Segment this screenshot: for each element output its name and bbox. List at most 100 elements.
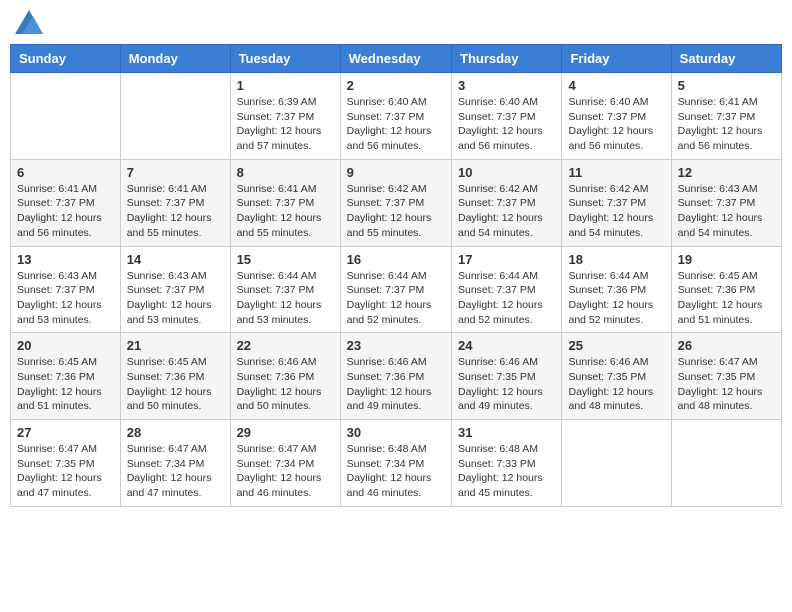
calendar-day-cell: 18 Sunrise: 6:44 AM Sunset: 7:36 PM Dayli…	[562, 246, 671, 333]
calendar-day-cell: 26 Sunrise: 6:47 AM Sunset: 7:35 PM Dayli…	[671, 333, 781, 420]
day-info: Sunrise: 6:48 AM Sunset: 7:34 PM Dayligh…	[347, 442, 445, 501]
day-info: Sunrise: 6:44 AM Sunset: 7:37 PM Dayligh…	[458, 269, 555, 328]
day-number: 8	[237, 165, 334, 180]
day-number: 21	[127, 338, 224, 353]
day-number: 3	[458, 78, 555, 93]
day-info: Sunrise: 6:44 AM Sunset: 7:37 PM Dayligh…	[347, 269, 445, 328]
day-number: 16	[347, 252, 445, 267]
day-info: Sunrise: 6:40 AM Sunset: 7:37 PM Dayligh…	[568, 95, 664, 154]
calendar-day-cell: 7 Sunrise: 6:41 AM Sunset: 7:37 PM Daylig…	[120, 159, 230, 246]
calendar-day-cell: 4 Sunrise: 6:40 AM Sunset: 7:37 PM Daylig…	[562, 73, 671, 160]
calendar-day-cell: 2 Sunrise: 6:40 AM Sunset: 7:37 PM Daylig…	[340, 73, 451, 160]
day-number: 10	[458, 165, 555, 180]
day-number: 26	[678, 338, 775, 353]
calendar-day-cell: 14 Sunrise: 6:43 AM Sunset: 7:37 PM Dayli…	[120, 246, 230, 333]
day-number: 28	[127, 425, 224, 440]
day-info: Sunrise: 6:48 AM Sunset: 7:33 PM Dayligh…	[458, 442, 555, 501]
day-number: 7	[127, 165, 224, 180]
day-info: Sunrise: 6:47 AM Sunset: 7:35 PM Dayligh…	[678, 355, 775, 414]
calendar-day-cell: 15Sunrise: 6:44 AM Sunset: 7:37 PM Dayli…	[230, 246, 340, 333]
day-number: 29	[237, 425, 334, 440]
calendar-day-cell: 11 Sunrise: 6:42 AM Sunset: 7:37 PM Dayli…	[562, 159, 671, 246]
calendar-day-cell: 23 Sunrise: 6:46 AM Sunset: 7:36 PM Dayli…	[340, 333, 451, 420]
calendar-week-row: 1Sunrise: 6:39 AM Sunset: 7:37 PM Daylig…	[11, 73, 782, 160]
calendar-day-cell: 25 Sunrise: 6:46 AM Sunset: 7:35 PM Dayli…	[562, 333, 671, 420]
day-number: 23	[347, 338, 445, 353]
day-number: 22	[237, 338, 334, 353]
day-number: 20	[17, 338, 114, 353]
day-number: 13	[17, 252, 114, 267]
day-info: Sunrise: 6:46 AM Sunset: 7:36 PM Dayligh…	[347, 355, 445, 414]
day-number: 18	[568, 252, 664, 267]
calendar-day-cell: 31 Sunrise: 6:48 AM Sunset: 7:33 PM Dayli…	[452, 420, 562, 507]
calendar-week-row: 20 Sunrise: 6:45 AM Sunset: 7:36 PM Dayli…	[11, 333, 782, 420]
day-info: Sunrise: 6:47 AM Sunset: 7:35 PM Dayligh…	[17, 442, 114, 501]
day-info: Sunrise: 6:41 AM Sunset: 7:37 PM Dayligh…	[17, 182, 114, 241]
day-info: Sunrise: 6:39 AM Sunset: 7:37 PM Dayligh…	[237, 95, 334, 154]
calendar-day-header: Tuesday	[230, 45, 340, 73]
day-info: Sunrise: 6:46 AM Sunset: 7:35 PM Dayligh…	[568, 355, 664, 414]
calendar-day-cell: 29Sunrise: 6:47 AM Sunset: 7:34 PM Dayli…	[230, 420, 340, 507]
day-info: Sunrise: 6:41 AM Sunset: 7:37 PM Dayligh…	[237, 182, 334, 241]
calendar-day-cell: 21 Sunrise: 6:45 AM Sunset: 7:36 PM Dayli…	[120, 333, 230, 420]
calendar-week-row: 27 Sunrise: 6:47 AM Sunset: 7:35 PM Dayli…	[11, 420, 782, 507]
calendar-day-cell	[671, 420, 781, 507]
day-number: 11	[568, 165, 664, 180]
calendar-day-cell: 22 Sunrise: 6:46 AM Sunset: 7:36 PM Dayli…	[230, 333, 340, 420]
calendar-day-cell	[120, 73, 230, 160]
day-number: 15	[237, 252, 334, 267]
day-info: Sunrise: 6:44 AM Sunset: 7:36 PM Dayligh…	[568, 269, 664, 328]
day-info: Sunrise: 6:41 AM Sunset: 7:37 PM Dayligh…	[127, 182, 224, 241]
calendar-day-cell: 12Sunrise: 6:43 AM Sunset: 7:37 PM Dayli…	[671, 159, 781, 246]
day-number: 30	[347, 425, 445, 440]
day-info: Sunrise: 6:42 AM Sunset: 7:37 PM Dayligh…	[568, 182, 664, 241]
calendar-day-cell: 1Sunrise: 6:39 AM Sunset: 7:37 PM Daylig…	[230, 73, 340, 160]
calendar-day-header: Wednesday	[340, 45, 451, 73]
day-number: 19	[678, 252, 775, 267]
day-number: 25	[568, 338, 664, 353]
day-number: 17	[458, 252, 555, 267]
day-info: Sunrise: 6:46 AM Sunset: 7:35 PM Dayligh…	[458, 355, 555, 414]
day-number: 2	[347, 78, 445, 93]
calendar-day-cell	[11, 73, 121, 160]
day-number: 4	[568, 78, 664, 93]
calendar-day-cell: 6 Sunrise: 6:41 AM Sunset: 7:37 PM Daylig…	[11, 159, 121, 246]
day-number: 12	[678, 165, 775, 180]
logo	[15, 10, 47, 34]
calendar-day-cell: 8 Sunrise: 6:41 AM Sunset: 7:37 PM Daylig…	[230, 159, 340, 246]
calendar-day-header: Saturday	[671, 45, 781, 73]
day-number: 6	[17, 165, 114, 180]
calendar-day-cell: 13 Sunrise: 6:43 AM Sunset: 7:37 PM Dayli…	[11, 246, 121, 333]
day-number: 9	[347, 165, 445, 180]
day-number: 31	[458, 425, 555, 440]
page-header	[10, 10, 782, 34]
day-number: 24	[458, 338, 555, 353]
calendar-day-cell: 17 Sunrise: 6:44 AM Sunset: 7:37 PM Dayli…	[452, 246, 562, 333]
day-info: Sunrise: 6:47 AM Sunset: 7:34 PM Dayligh…	[127, 442, 224, 501]
calendar-day-cell: 3 Sunrise: 6:40 AM Sunset: 7:37 PM Daylig…	[452, 73, 562, 160]
calendar-day-cell: 19 Sunrise: 6:45 AM Sunset: 7:36 PM Dayli…	[671, 246, 781, 333]
calendar-day-cell	[562, 420, 671, 507]
day-info: Sunrise: 6:40 AM Sunset: 7:37 PM Dayligh…	[458, 95, 555, 154]
day-number: 27	[17, 425, 114, 440]
calendar-day-cell: 9Sunrise: 6:42 AM Sunset: 7:37 PM Daylig…	[340, 159, 451, 246]
calendar-day-cell: 5 Sunrise: 6:41 AM Sunset: 7:37 PM Daylig…	[671, 73, 781, 160]
day-number: 14	[127, 252, 224, 267]
day-info: Sunrise: 6:45 AM Sunset: 7:36 PM Dayligh…	[127, 355, 224, 414]
calendar-day-header: Friday	[562, 45, 671, 73]
calendar-table: SundayMondayTuesdayWednesdayThursdayFrid…	[10, 44, 782, 507]
day-info: Sunrise: 6:42 AM Sunset: 7:37 PM Dayligh…	[458, 182, 555, 241]
day-info: Sunrise: 6:40 AM Sunset: 7:37 PM Dayligh…	[347, 95, 445, 154]
day-info: Sunrise: 6:45 AM Sunset: 7:36 PM Dayligh…	[678, 269, 775, 328]
calendar-day-cell: 20Sunrise: 6:45 AM Sunset: 7:36 PM Dayli…	[11, 333, 121, 420]
logo-icon	[15, 10, 43, 34]
day-info: Sunrise: 6:41 AM Sunset: 7:37 PM Dayligh…	[678, 95, 775, 154]
day-info: Sunrise: 6:43 AM Sunset: 7:37 PM Dayligh…	[127, 269, 224, 328]
calendar-header-row: SundayMondayTuesdayWednesdayThursdayFrid…	[11, 45, 782, 73]
day-number: 5	[678, 78, 775, 93]
calendar-day-header: Monday	[120, 45, 230, 73]
day-info: Sunrise: 6:43 AM Sunset: 7:37 PM Dayligh…	[17, 269, 114, 328]
calendar-day-cell: 10 Sunrise: 6:42 AM Sunset: 7:37 PM Dayli…	[452, 159, 562, 246]
day-info: Sunrise: 6:46 AM Sunset: 7:36 PM Dayligh…	[237, 355, 334, 414]
calendar-week-row: 13 Sunrise: 6:43 AM Sunset: 7:37 PM Dayli…	[11, 246, 782, 333]
